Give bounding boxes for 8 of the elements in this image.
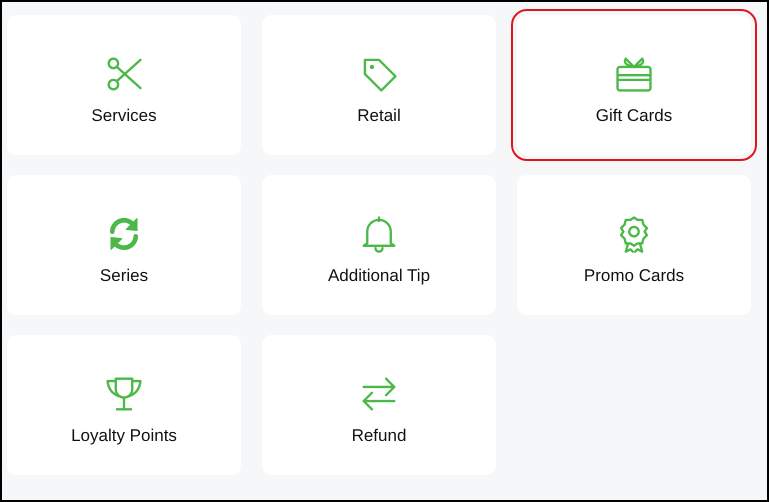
category-tile[interactable]: Refund <box>262 335 496 475</box>
category-tile[interactable]: Series <box>7 175 241 315</box>
category-tile[interactable]: Gift Cards <box>517 15 751 155</box>
category-tile[interactable]: Promo Cards <box>517 175 751 315</box>
category-tile[interactable]: Loyalty Points <box>7 335 241 475</box>
category-tile[interactable]: Additional Tip <box>262 175 496 315</box>
category-tile[interactable]: Services <box>7 15 241 155</box>
category-tile[interactable]: Retail <box>262 15 496 155</box>
